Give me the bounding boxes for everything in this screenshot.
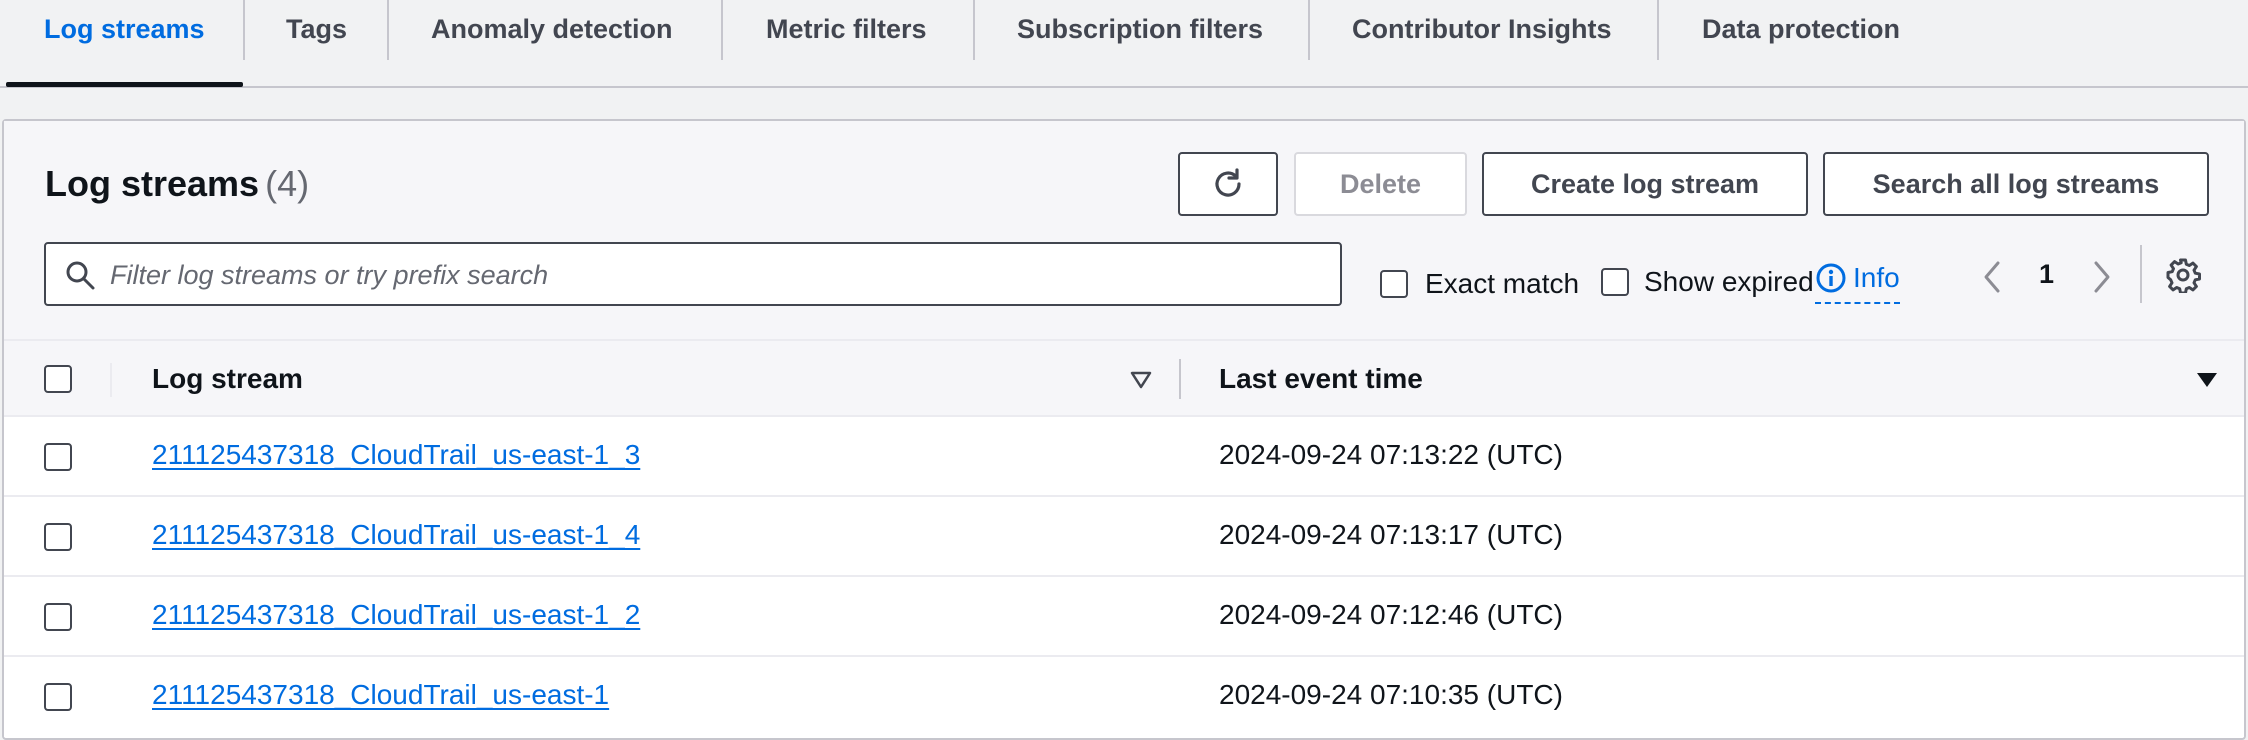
- delete-button[interactable]: Delete: [1294, 152, 1467, 216]
- search-placeholder: Filter log streams or try prefix search: [110, 260, 549, 290]
- tab-divider: [973, 0, 975, 60]
- info-icon: [1816, 263, 1846, 293]
- table-row[interactable]: 211125437318_CloudTrail_us-east-1_4 2024…: [4, 497, 2244, 577]
- active-tab-indicator: [6, 82, 243, 87]
- page-title: Log streams (4): [45, 163, 309, 205]
- tab-divider: [1657, 0, 1659, 60]
- column-divider: [1179, 359, 1181, 399]
- row-checkbox[interactable]: [44, 683, 72, 711]
- tab-label: Subscription filters: [1017, 14, 1264, 44]
- chevron-left-icon[interactable]: [1980, 259, 2004, 295]
- log-stream-link[interactable]: 211125437318_CloudTrail_us-east-1: [152, 679, 609, 711]
- last-event-time: 2024-09-24 07:12:46 (UTC): [1219, 599, 1563, 630]
- tab-label: Contributor Insights: [1352, 14, 1612, 44]
- tab-data-protection[interactable]: Data protection: [1702, 0, 1900, 86]
- stream-count: (4): [265, 163, 310, 204]
- log-stream-link[interactable]: 211125437318_CloudTrail_us-east-1_2: [152, 599, 640, 631]
- tab-divider: [387, 0, 389, 60]
- tab-divider: [1308, 0, 1310, 60]
- log-stream-link[interactable]: 211125437318_CloudTrail_us-east-1_4: [152, 519, 640, 551]
- panel-header: Log streams (4) Delete Create log stream …: [4, 121, 2244, 339]
- table-row[interactable]: 211125437318_CloudTrail_us-east-1_3 2024…: [4, 417, 2244, 497]
- column-divider: [110, 363, 112, 397]
- filter-log-streams-input[interactable]: Filter log streams or try prefix search: [44, 242, 1342, 306]
- column-header-last-event-time[interactable]: Last event time: [1219, 363, 1423, 395]
- row-checkbox[interactable]: [44, 523, 72, 551]
- tab-label: Data protection: [1702, 14, 1901, 44]
- sort-desc-icon[interactable]: [2196, 369, 2218, 391]
- tab-label: Metric filters: [766, 14, 927, 44]
- log-streams-panel: Log streams (4) Delete Create log stream …: [2, 119, 2246, 740]
- refresh-icon: [1215, 168, 1241, 197]
- table-row[interactable]: 211125437318_CloudTrail_us-east-1_2 2024…: [4, 577, 2244, 657]
- tab-subscription-filters[interactable]: Subscription filters: [1017, 0, 1263, 86]
- tab-anomaly-detection[interactable]: Anomaly detection: [431, 0, 673, 86]
- last-event-time: 2024-09-24 07:13:22 (UTC): [1219, 439, 1563, 470]
- delete-label: Delete: [1339, 168, 1422, 199]
- row-checkbox[interactable]: [44, 443, 72, 471]
- table-header: Log stream Last event time: [4, 339, 2244, 417]
- log-stream-link[interactable]: 211125437318_CloudTrail_us-east-1_3: [152, 439, 640, 471]
- last-event-time: 2024-09-24 07:10:35 (UTC): [1219, 679, 1563, 710]
- create-label: Create log stream: [1530, 168, 1760, 199]
- last-event-time: 2024-09-24 07:13:17 (UTC): [1219, 519, 1563, 550]
- exact-match-label: Exact match: [1425, 268, 1580, 299]
- search-all-log-streams-button[interactable]: Search all log streams: [1823, 152, 2209, 216]
- select-all-checkbox[interactable]: [44, 365, 72, 393]
- tab-tags[interactable]: Tags: [286, 0, 347, 86]
- tab-contributor-insights[interactable]: Contributor Insights: [1352, 0, 1611, 86]
- tab-metric-filters[interactable]: Metric filters: [766, 0, 927, 86]
- tab-label: Log streams: [44, 14, 205, 44]
- create-log-stream-button[interactable]: Create log stream: [1482, 152, 1808, 216]
- gear-icon[interactable]: [2165, 257, 2201, 293]
- tab-divider: [721, 0, 723, 60]
- chevron-right-icon[interactable]: [2090, 259, 2114, 295]
- tab-divider: [243, 0, 245, 60]
- exact-match-checkbox[interactable]: [1380, 270, 1408, 298]
- tab-label: Anomaly detection: [431, 14, 673, 44]
- title-text: Log streams: [45, 163, 260, 204]
- show-expired-checkbox[interactable]: [1601, 268, 1629, 296]
- row-checkbox[interactable]: [44, 603, 72, 631]
- current-page[interactable]: 1: [2039, 259, 2054, 290]
- info-link[interactable]: Info: [1815, 262, 1900, 304]
- tab-bar: Log streams Tags Anomaly detection Metri…: [0, 0, 2248, 88]
- column-header-log-stream[interactable]: Log stream: [152, 363, 303, 395]
- table-row[interactable]: 211125437318_CloudTrail_us-east-1 2024-0…: [4, 657, 2244, 737]
- search-all-label: Search all log streams: [1872, 168, 2160, 199]
- tab-log-streams[interactable]: Log streams: [44, 0, 205, 86]
- pager-divider: [2140, 245, 2142, 303]
- sort-icon[interactable]: [1130, 369, 1152, 391]
- tab-label: Tags: [286, 14, 348, 44]
- refresh-button[interactable]: [1178, 152, 1278, 216]
- show-expired-label: Show expired: [1644, 266, 1814, 297]
- info-label: Info: [1853, 262, 1900, 293]
- search-icon: [66, 261, 95, 290]
